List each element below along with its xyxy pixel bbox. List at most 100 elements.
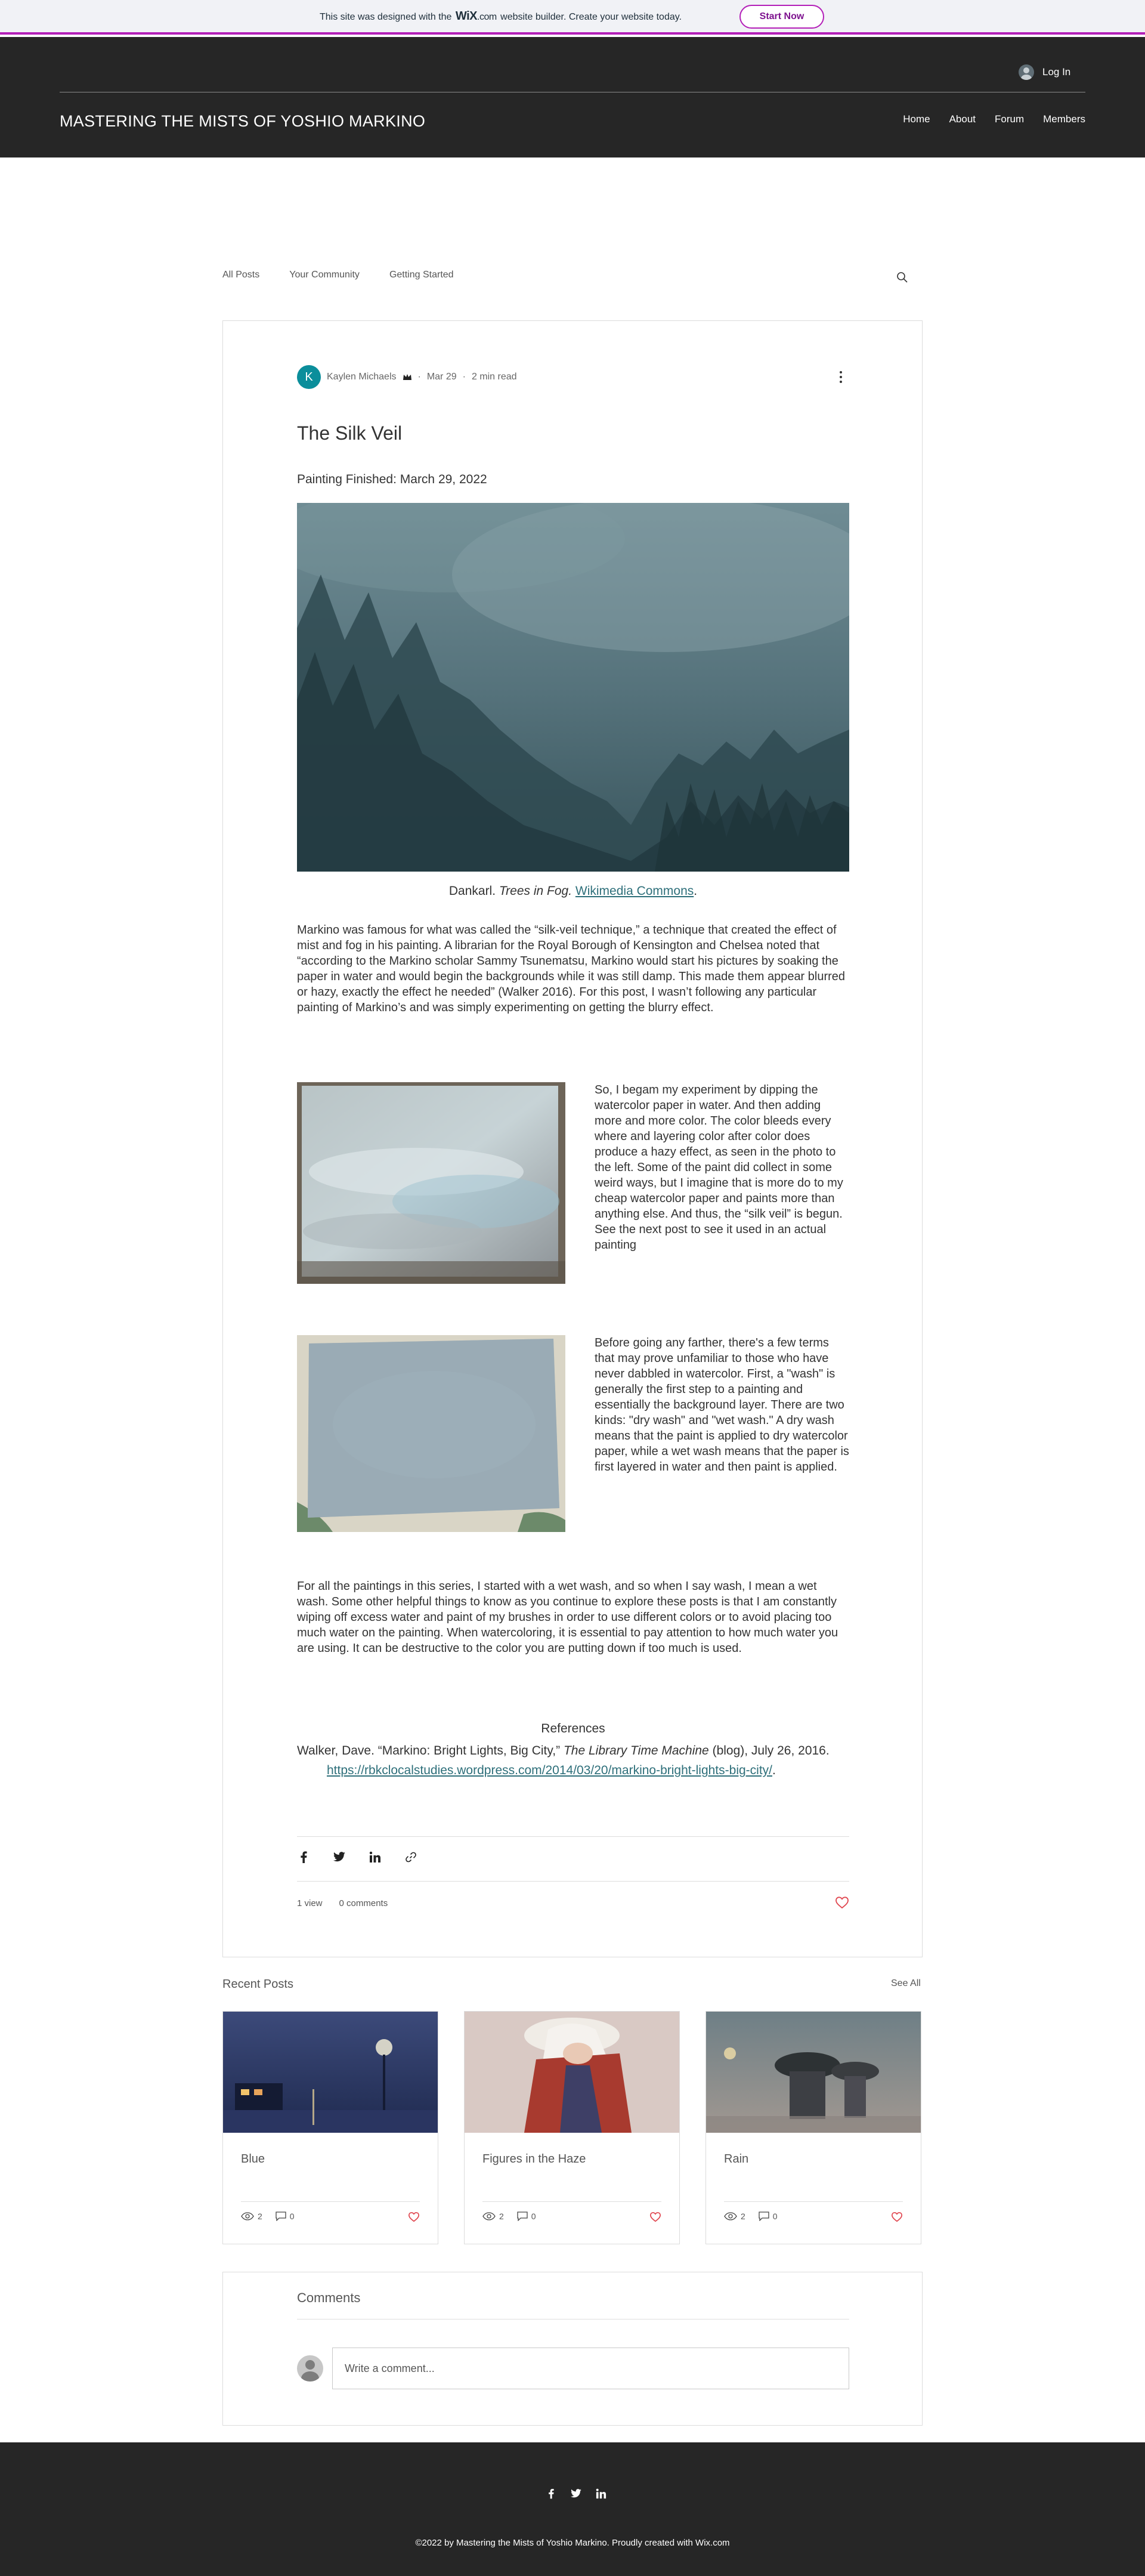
recent-post-stats: 2 0	[241, 2211, 295, 2221]
recent-post-thumbnail	[706, 2012, 921, 2133]
banner-text: This site was designed with the	[320, 12, 452, 22]
user-avatar-icon	[1019, 64, 1034, 80]
main-nav: Home About Forum Members	[903, 113, 1085, 125]
recent-post-title[interactable]: Figures in the Haze	[482, 2152, 586, 2166]
reference-text-2: (blog), July 26, 2016.	[712, 1744, 830, 1758]
crown-icon	[403, 374, 411, 380]
comment-input[interactable]: Write a comment...	[332, 2348, 849, 2389]
share-bar	[297, 1851, 417, 1864]
comments-count[interactable]: 0 comments	[339, 1898, 388, 1908]
commenter-avatar-icon	[297, 2355, 323, 2382]
read-time: 2 min read	[471, 372, 517, 382]
footer-copyright: ©2022 by Mastering the Mists of Yoshio M…	[415, 2538, 730, 2548]
reference-link[interactable]: https://rbkclocalstudies.wordpress.com/2…	[327, 1763, 772, 1777]
facebook-share-icon[interactable]	[297, 1851, 310, 1864]
post-title: The Silk Veil	[297, 422, 403, 444]
recent-post-card[interactable]: Rain 2 0	[705, 2011, 921, 2244]
comment-icon	[759, 2211, 769, 2221]
views-count: 1 view	[297, 1898, 323, 1908]
views-stat: 2	[724, 2211, 745, 2221]
site-title[interactable]: MASTERING THE MISTS OF YOSHIO MARKINO	[60, 112, 425, 131]
author-name[interactable]: Kaylen Michaels	[327, 372, 397, 382]
reference-entry: Walker, Dave. “Markino: Bright Lights, B…	[297, 1741, 849, 1780]
nav-members[interactable]: Members	[1043, 113, 1085, 125]
site-footer: ©2022 by Mastering the Mists of Yoshio M…	[0, 2442, 1145, 2576]
like-heart-icon[interactable]	[891, 2211, 903, 2222]
wix-banner-message: This site was designed with the WiX.com …	[320, 8, 682, 25]
comments-section: Comments Write a comment...	[222, 2272, 923, 2426]
category-your-community[interactable]: Your Community	[289, 270, 360, 280]
paragraph-silk-veil: Markino was famous for what was called t…	[297, 923, 846, 1014]
eye-icon	[482, 2212, 496, 2220]
like-heart-icon[interactable]	[408, 2211, 420, 2222]
nav-about[interactable]: About	[949, 113, 976, 125]
recent-post-stats: 2 0	[724, 2211, 778, 2221]
experiment-photo-1	[297, 1082, 565, 1284]
views-stat: 2	[241, 2211, 262, 2221]
divider	[297, 1881, 849, 1882]
blog-categories: All Posts Your Community Getting Started	[222, 270, 454, 280]
caption-work: Trees in Fog.	[499, 884, 572, 898]
image-caption: Dankarl. Trees in Fog. Wikimedia Commons…	[297, 884, 849, 898]
nav-forum[interactable]: Forum	[995, 113, 1024, 125]
nav-home[interactable]: Home	[903, 113, 930, 125]
recent-post-card[interactable]: Figures in the Haze 2 0	[464, 2011, 680, 2244]
recent-post-title[interactable]: Blue	[241, 2152, 265, 2166]
recent-post-thumbnail	[223, 2012, 438, 2133]
post-date: Mar 29	[426, 372, 457, 382]
more-actions-icon[interactable]	[837, 367, 844, 387]
views-stat: 2	[482, 2211, 504, 2221]
banner-text-2: website builder. Create your website tod…	[500, 12, 682, 22]
login-label: Log In	[1042, 66, 1071, 78]
divider	[297, 1836, 849, 1837]
recent-post-stats: 2 0	[482, 2211, 536, 2221]
comments-heading: Comments	[297, 2290, 361, 2305]
references-heading: References	[541, 1722, 605, 1735]
twitter-icon[interactable]	[570, 2488, 582, 2500]
experiment-photo-2	[297, 1335, 565, 1532]
recent-posts-heading: Recent Posts	[222, 1978, 293, 1991]
post-meta: K Kaylen Michaels · Mar 29 · 2 min read	[297, 365, 517, 389]
category-all-posts[interactable]: All Posts	[222, 270, 259, 280]
recent-post-card[interactable]: Blue 2 0	[222, 2011, 438, 2244]
search-icon[interactable]	[896, 271, 909, 284]
comments-stat: 0	[517, 2211, 536, 2221]
wix-logo: WiX.com	[455, 10, 497, 23]
recent-post-title[interactable]: Rain	[724, 2152, 748, 2166]
copy-link-icon[interactable]	[404, 1851, 417, 1864]
comment-icon	[517, 2211, 528, 2221]
paragraph-wash-terms: Before going any farther, there's a few …	[595, 1336, 849, 1474]
facebook-icon[interactable]	[545, 2488, 557, 2500]
footer-social-links	[545, 2488, 607, 2500]
meta-dot: ·	[462, 372, 466, 382]
start-now-button[interactable]: Start Now	[739, 5, 824, 29]
linkedin-icon[interactable]	[595, 2488, 607, 2500]
comments-stat: 0	[276, 2211, 295, 2221]
reference-text: Walker, Dave. “Markino: Bright Lights, B…	[297, 1744, 561, 1758]
eye-icon	[241, 2212, 254, 2220]
see-all-link[interactable]: See All	[891, 1978, 921, 1989]
recent-post-thumbnail	[465, 2012, 679, 2133]
like-heart-icon[interactable]	[835, 1896, 849, 1909]
category-getting-started[interactable]: Getting Started	[389, 270, 454, 280]
wikimedia-link[interactable]: Wikimedia Commons	[575, 884, 694, 898]
caption-end: .	[694, 884, 698, 898]
blog-post: K Kaylen Michaels · Mar 29 · 2 min read …	[222, 320, 923, 1957]
divider	[482, 2201, 661, 2202]
caption-credit: Dankarl.	[448, 884, 496, 898]
twitter-share-icon[interactable]	[333, 1851, 346, 1864]
divider	[241, 2201, 420, 2202]
author-avatar[interactable]: K	[297, 365, 321, 389]
paragraph-wet-wash: For all the paintings in this series, I …	[297, 1580, 838, 1655]
like-heart-icon[interactable]	[649, 2211, 661, 2222]
comment-icon	[276, 2211, 286, 2221]
trees-in-fog-image	[297, 503, 849, 872]
eye-icon	[724, 2212, 737, 2220]
linkedin-share-icon[interactable]	[369, 1851, 382, 1864]
divider	[724, 2201, 903, 2202]
comments-stat: 0	[759, 2211, 778, 2221]
site-header: Log In MASTERING THE MISTS OF YOSHIO MAR…	[0, 37, 1145, 157]
painting-finished-date: Painting Finished: March 29, 2022	[297, 472, 487, 486]
post-stats: 1 view 0 comments	[297, 1898, 388, 1908]
login-button[interactable]: Log In	[1019, 64, 1070, 80]
